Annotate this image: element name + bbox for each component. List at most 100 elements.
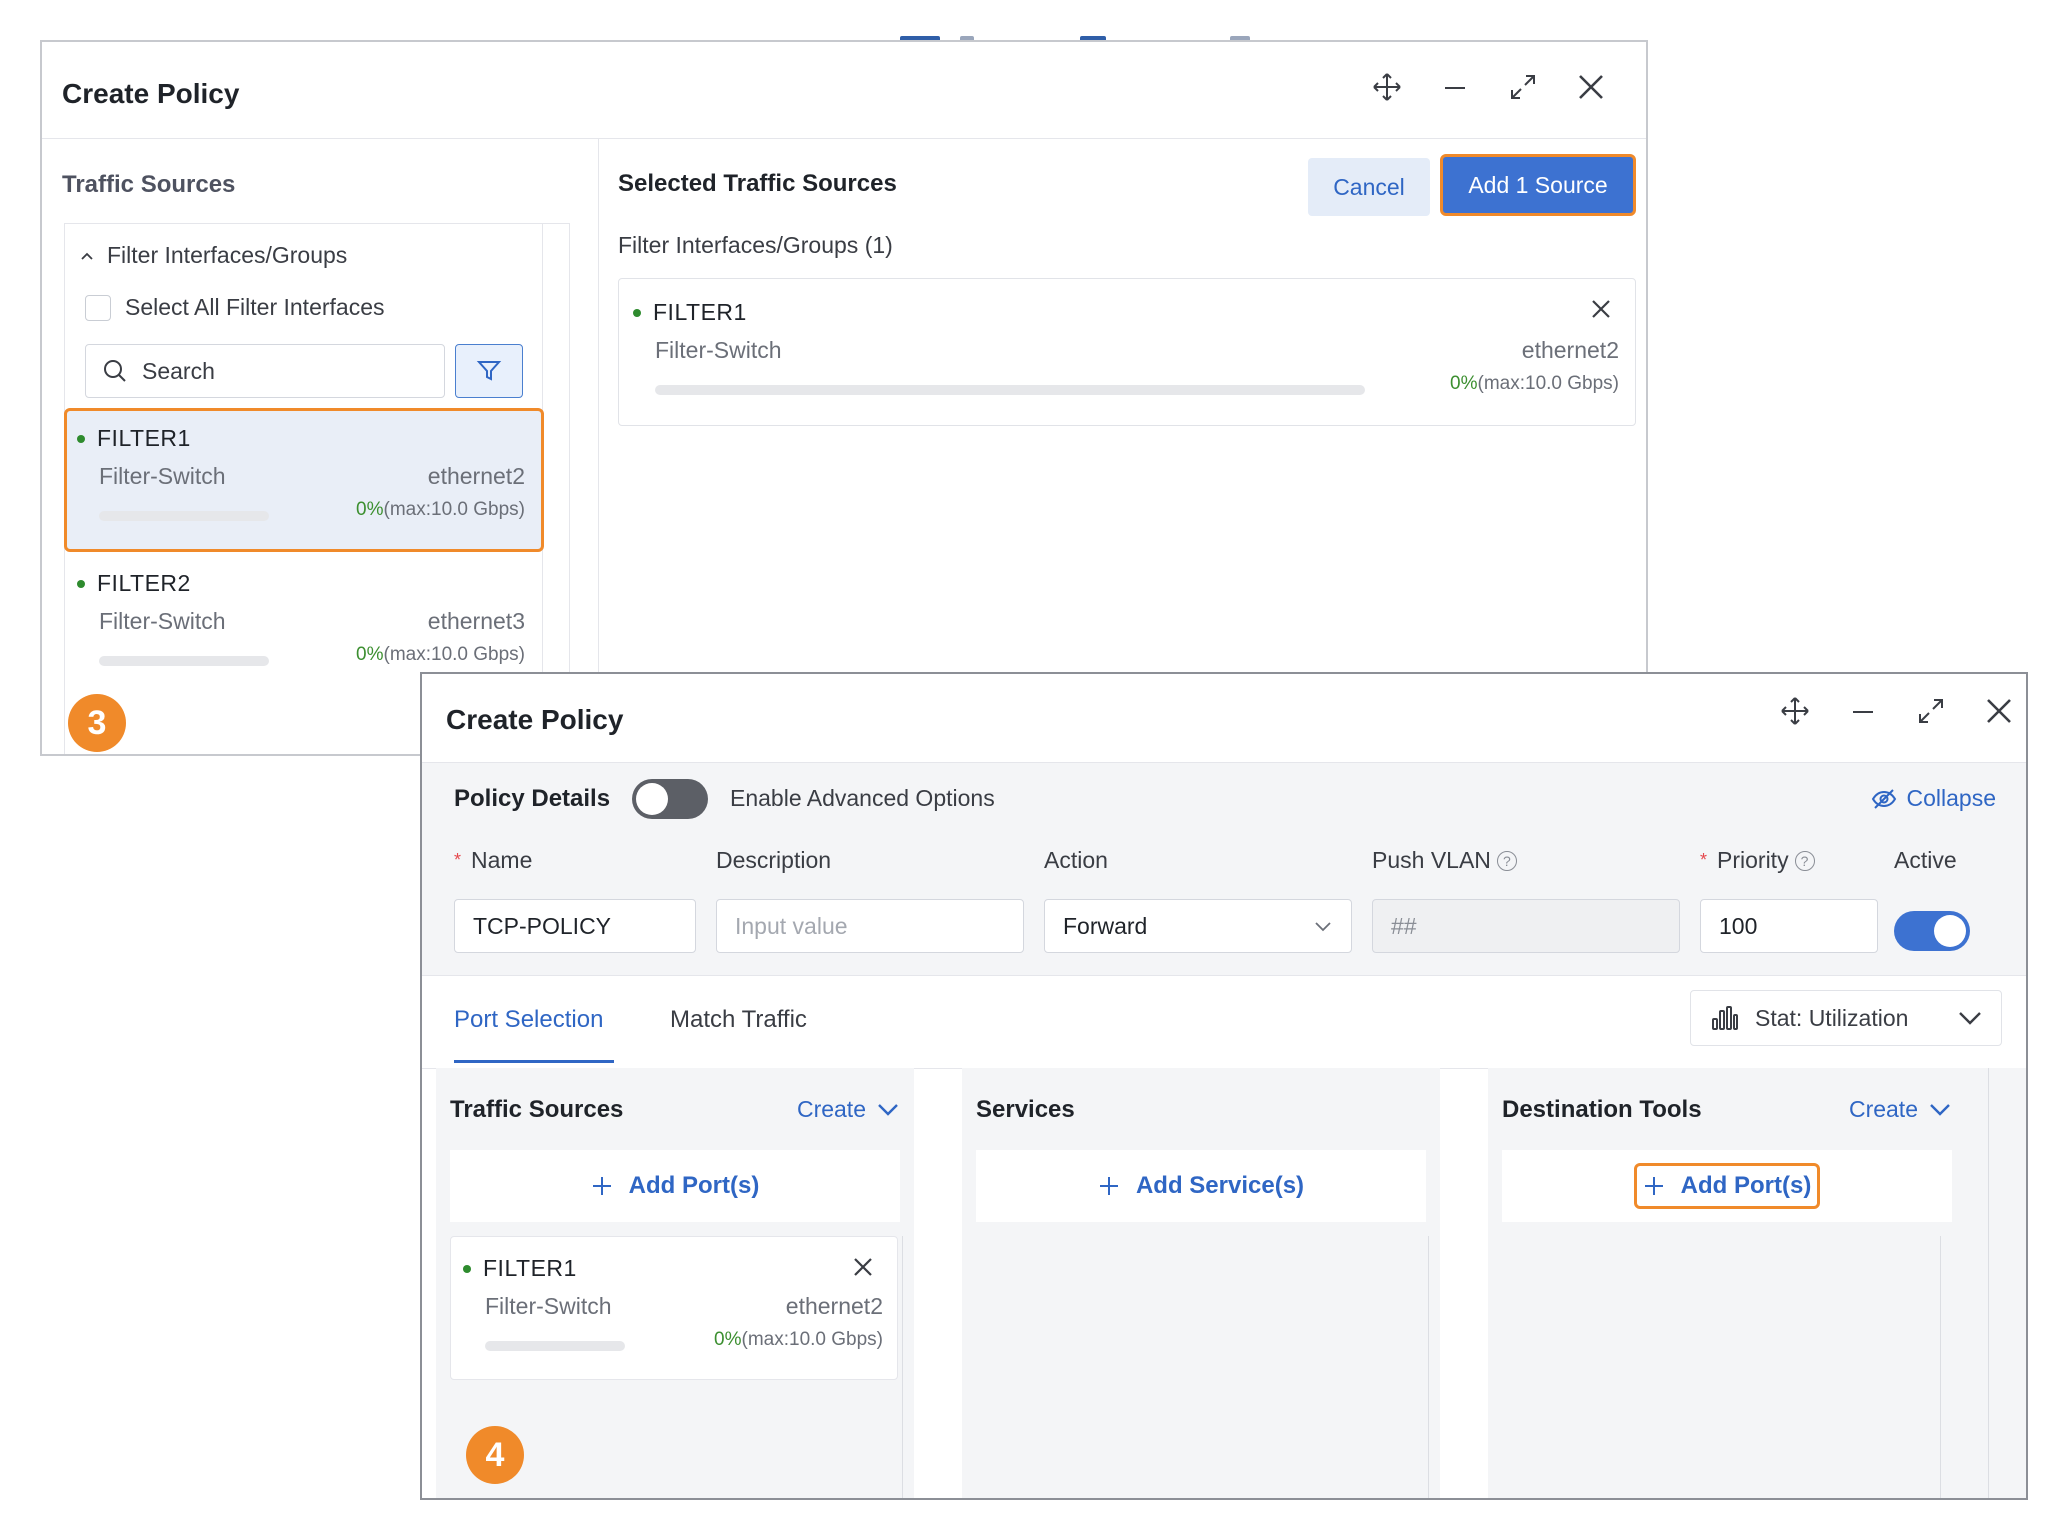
filter-button[interactable] bbox=[455, 344, 523, 398]
port-name: FILTER1 bbox=[77, 425, 191, 452]
utilization-percent: 0% bbox=[356, 499, 384, 520]
label-text: Push VLAN bbox=[1372, 847, 1491, 873]
status-dot bbox=[77, 434, 85, 443]
utilization-percent: 0% bbox=[1450, 373, 1478, 394]
port-name: FILTER1 bbox=[633, 299, 747, 326]
add-ports-label: Add Port(s) bbox=[628, 1172, 760, 1199]
search-icon bbox=[104, 360, 126, 382]
name-input[interactable]: TCP-POLICY bbox=[454, 899, 696, 953]
advanced-options-toggle[interactable] bbox=[632, 779, 708, 819]
minimize-icon[interactable] bbox=[1846, 694, 1880, 728]
search-placeholder: Search bbox=[142, 357, 215, 384]
active-tab-indicator bbox=[454, 1060, 614, 1063]
policy-details-section: Policy Details Enable Advanced Options C… bbox=[422, 763, 2026, 976]
filter-icon bbox=[476, 361, 502, 381]
select-all-checkbox[interactable]: Select All Filter Interfaces bbox=[85, 294, 385, 321]
utilization-max: (max:10.0 Gbps) bbox=[383, 644, 526, 665]
action-select-value: Forward bbox=[1063, 912, 1148, 939]
port-name: FILTER2 bbox=[77, 570, 191, 597]
create-dropdown[interactable]: Create bbox=[797, 1096, 900, 1123]
close-icon[interactable] bbox=[1982, 694, 2016, 728]
name-field-label: * Name bbox=[454, 847, 532, 874]
description-input[interactable]: Input value bbox=[716, 899, 1024, 953]
status-dot bbox=[77, 579, 85, 588]
step-badge-4: 4 bbox=[466, 1426, 524, 1484]
port-switch: Filter-Switch bbox=[99, 463, 226, 489]
priority-input[interactable]: 100 bbox=[1700, 899, 1878, 953]
panel-divider bbox=[1988, 1068, 1989, 1498]
utilization-bar bbox=[99, 511, 269, 521]
utilization-max: (max:10.0 Gbps) bbox=[741, 1329, 884, 1350]
add-services-button[interactable]: Add Service(s) bbox=[1098, 1172, 1304, 1200]
stat-dropdown[interactable]: Stat: Utilization bbox=[1690, 990, 2002, 1046]
add-tool-ports-button[interactable]: Add Port(s) bbox=[1633, 1163, 1821, 1209]
source-item-filter1[interactable]: FILTER1 Filter-Switch ethernet2 0%(max:1… bbox=[64, 408, 544, 552]
maximize-icon[interactable] bbox=[1506, 70, 1540, 104]
scrollbar-track[interactable] bbox=[902, 1236, 903, 1498]
collapse-label: Collapse bbox=[1906, 785, 1997, 811]
group-toggle[interactable]: Filter Interfaces/Groups bbox=[79, 242, 347, 269]
collapse-link[interactable]: Collapse bbox=[1871, 785, 1997, 812]
utilization-stat: 0%(max:10.0 Gbps) bbox=[714, 1329, 883, 1351]
port-switch: Filter-Switch bbox=[99, 608, 226, 634]
create-dropdown[interactable]: Create bbox=[1849, 1096, 1952, 1123]
push-vlan-input[interactable]: ## bbox=[1372, 899, 1680, 953]
move-icon[interactable] bbox=[1778, 694, 1812, 728]
utilization-stat: 0%(max:10.0 Gbps) bbox=[1450, 373, 1619, 395]
port-switch: Filter-Switch bbox=[655, 337, 782, 363]
panel-title: Traffic Sources bbox=[62, 171, 236, 198]
port-name: FILTER1 bbox=[463, 1255, 577, 1282]
remove-icon[interactable] bbox=[849, 1253, 877, 1281]
maximize-icon[interactable] bbox=[1914, 694, 1948, 728]
port-name-text: FILTER1 bbox=[653, 299, 747, 325]
create-policy-dialog-sources: Create Policy Traffic Sources Filter Int… bbox=[40, 40, 1648, 756]
add-source-ports-button[interactable]: Add Port(s) bbox=[591, 1172, 760, 1200]
chevron-down-icon bbox=[1959, 1012, 1981, 1025]
scrollbar-track[interactable] bbox=[1940, 1236, 1941, 1498]
port-interface: ethernet2 bbox=[427, 463, 525, 489]
select-all-label: Select All Filter Interfaces bbox=[125, 294, 385, 320]
policy-details-label: Policy Details bbox=[454, 785, 611, 812]
dialog-title: Create Policy bbox=[446, 704, 624, 735]
active-toggle[interactable] bbox=[1894, 911, 1970, 951]
column-title: Traffic Sources bbox=[450, 1096, 624, 1123]
remove-icon[interactable] bbox=[1587, 295, 1615, 323]
create-label: Create bbox=[796, 1096, 866, 1122]
label-text: Priority bbox=[1717, 847, 1789, 873]
search-input[interactable]: Search bbox=[85, 344, 445, 398]
services-column: Services Add Service(s) bbox=[962, 1068, 1440, 1498]
port-name-text: FILTER2 bbox=[97, 570, 191, 596]
status-dot bbox=[633, 308, 641, 317]
checkbox[interactable] bbox=[85, 294, 111, 321]
action-select[interactable]: Forward bbox=[1044, 899, 1352, 953]
tab-port-selection[interactable]: Port Selection bbox=[454, 1006, 603, 1034]
add-ports-label: Add Port(s) bbox=[1680, 1172, 1812, 1199]
window-controls bbox=[1370, 70, 1608, 104]
close-icon[interactable] bbox=[1574, 70, 1608, 104]
create-policy-dialog-main: Create Policy Policy Details Enable Adva… bbox=[420, 672, 2028, 1500]
port-switch: Filter-Switch bbox=[485, 1293, 612, 1319]
port-name-text: FILTER1 bbox=[97, 425, 191, 451]
add-source-button[interactable]: Add 1 Source bbox=[1440, 154, 1636, 216]
port-interface: ethernet2 bbox=[1521, 337, 1619, 363]
plus-icon bbox=[1099, 1177, 1118, 1195]
priority-field-label: * Priority? bbox=[1700, 847, 1815, 874]
dialog-header: Create Policy bbox=[42, 42, 1646, 139]
active-field-label: Active bbox=[1894, 847, 1957, 873]
move-icon[interactable] bbox=[1370, 70, 1404, 104]
minimize-icon[interactable] bbox=[1438, 70, 1472, 104]
help-icon[interactable]: ? bbox=[1794, 850, 1815, 871]
traffic-sources-column: Traffic Sources Create Add Port(s) FILTE… bbox=[436, 1068, 914, 1498]
scrollbar-track[interactable] bbox=[1428, 1236, 1429, 1498]
cancel-button[interactable]: Cancel bbox=[1308, 158, 1430, 216]
add-ports-area: Add Port(s) bbox=[450, 1150, 900, 1222]
group-toggle-label: Filter Interfaces/Groups bbox=[107, 242, 348, 268]
source-item-filter2[interactable]: FILTER2 Filter-Switch ethernet3 0%(max:1… bbox=[64, 558, 544, 678]
help-icon[interactable]: ? bbox=[1496, 850, 1517, 871]
create-label: Create bbox=[1848, 1096, 1918, 1122]
utilization-stat: 0%(max:10.0 Gbps) bbox=[356, 644, 525, 666]
description-field-label: Description bbox=[716, 847, 832, 873]
step-badge-3: 3 bbox=[68, 694, 126, 752]
tab-match-traffic[interactable]: Match Traffic bbox=[670, 1006, 807, 1034]
stat-dropdown-value: Stat: Utilization bbox=[1755, 1004, 1909, 1031]
